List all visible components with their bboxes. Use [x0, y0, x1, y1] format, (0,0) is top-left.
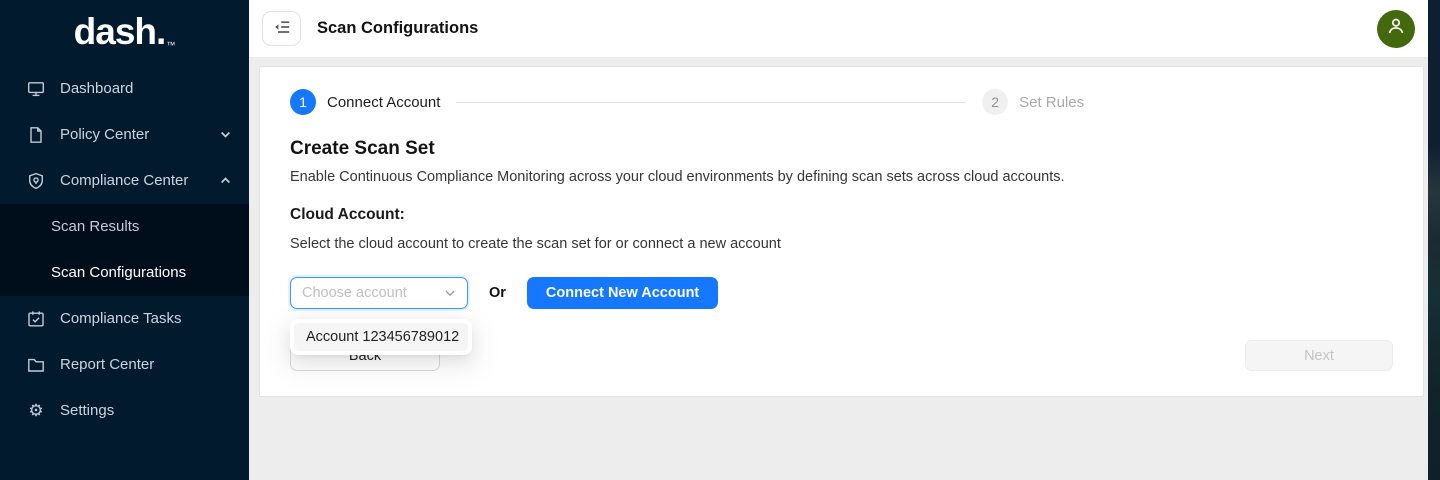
cloud-account-section-hint: Select the cloud account to create the s…: [290, 236, 1393, 252]
step-connector-line: [456, 102, 966, 103]
step-connect-account: 1 Connect Account: [290, 89, 440, 115]
step-2-circle: 2: [982, 89, 1008, 115]
sidebar-item-label: Dashboard: [60, 80, 133, 97]
logo-trademark: ™: [166, 40, 175, 50]
chevron-down-icon: [220, 129, 231, 140]
step-2-label: Set Rules: [1019, 94, 1084, 111]
sidebar-item-label: Report Center: [60, 356, 154, 373]
connect-new-account-button[interactable]: Connect New Account: [527, 277, 718, 309]
wizard-title: Create Scan Set: [290, 138, 1393, 160]
menu-fold-icon: [272, 17, 292, 40]
sidebar: dash.™ Dashboard Policy Center: [0, 0, 249, 480]
sidebar-nav: Dashboard Policy Center Compliance Cente…: [0, 66, 249, 434]
page-title: Scan Configurations: [317, 19, 478, 38]
sidebar-item-policy-center[interactable]: Policy Center: [0, 112, 249, 158]
sidebar-item-compliance-tasks[interactable]: Compliance Tasks: [0, 296, 249, 342]
shield-check-icon: [27, 172, 45, 190]
sidebar-item-label: Scan Configurations: [51, 264, 186, 281]
sidebar-subitem-scan-configurations[interactable]: Scan Configurations: [0, 250, 249, 296]
screen-edge-strip: [1428, 0, 1440, 480]
create-scan-set-card: 1 Connect Account 2 Set Rules Create Sca…: [259, 66, 1424, 397]
sidebar-item-label: Policy Center: [60, 126, 149, 143]
user-icon: [1385, 15, 1407, 42]
step-1-label: Connect Account: [327, 94, 440, 111]
main-area: Scan Configurations 1 Connect Account: [249, 0, 1428, 480]
page-header: Scan Configurations: [249, 0, 1428, 58]
account-select-row: Choose account Or Connect New Account: [290, 277, 1393, 309]
monitor-icon: [27, 80, 45, 98]
folder-icon: [27, 356, 45, 374]
sidebar-item-label: Compliance Center: [60, 172, 188, 189]
document-icon: [27, 126, 45, 144]
sidebar-item-label: Compliance Tasks: [60, 310, 181, 327]
sidebar-subitem-scan-results[interactable]: Scan Results: [0, 204, 249, 250]
wizard-description: Enable Continuous Compliance Monitoring …: [290, 169, 1393, 185]
account-select-dropdown: Account 123456789012: [290, 319, 472, 355]
sidebar-item-settings[interactable]: ⚙ Settings: [0, 388, 249, 434]
or-label: Or: [489, 285, 506, 301]
avatar[interactable]: [1377, 10, 1415, 48]
account-select-placeholder: Choose account: [302, 285, 444, 301]
step-set-rules: 2 Set Rules: [982, 89, 1084, 115]
sidebar-item-label: Scan Results: [51, 218, 139, 235]
gear-icon: ⚙: [27, 402, 45, 420]
sidebar-item-compliance-center[interactable]: Compliance Center: [0, 158, 249, 204]
chevron-up-icon: [220, 175, 231, 186]
app-root: dash.™ Dashboard Policy Center: [0, 0, 1440, 480]
chevron-down-icon: [444, 287, 456, 299]
account-option[interactable]: Account 123456789012: [294, 323, 468, 351]
sidebar-item-report-center[interactable]: Report Center: [0, 342, 249, 388]
sidebar-collapse-button[interactable]: [262, 11, 301, 46]
step-1-circle: 1: [290, 89, 316, 115]
logo-text: dash.: [74, 11, 166, 52]
compliance-center-submenu: Scan Results Scan Configurations: [0, 204, 249, 296]
sidebar-item-dashboard[interactable]: Dashboard: [0, 66, 249, 112]
cloud-account-section-title: Cloud Account:: [290, 206, 1393, 224]
sidebar-item-label: Settings: [60, 402, 114, 419]
account-select[interactable]: Choose account: [290, 277, 468, 309]
wizard-steps: 1 Connect Account 2 Set Rules: [290, 89, 1084, 115]
calendar-check-icon: [27, 310, 45, 328]
app-logo: dash.™: [0, 0, 249, 63]
next-button[interactable]: Next: [1245, 340, 1393, 371]
content-area: 1 Connect Account 2 Set Rules Create Sca…: [249, 58, 1428, 480]
